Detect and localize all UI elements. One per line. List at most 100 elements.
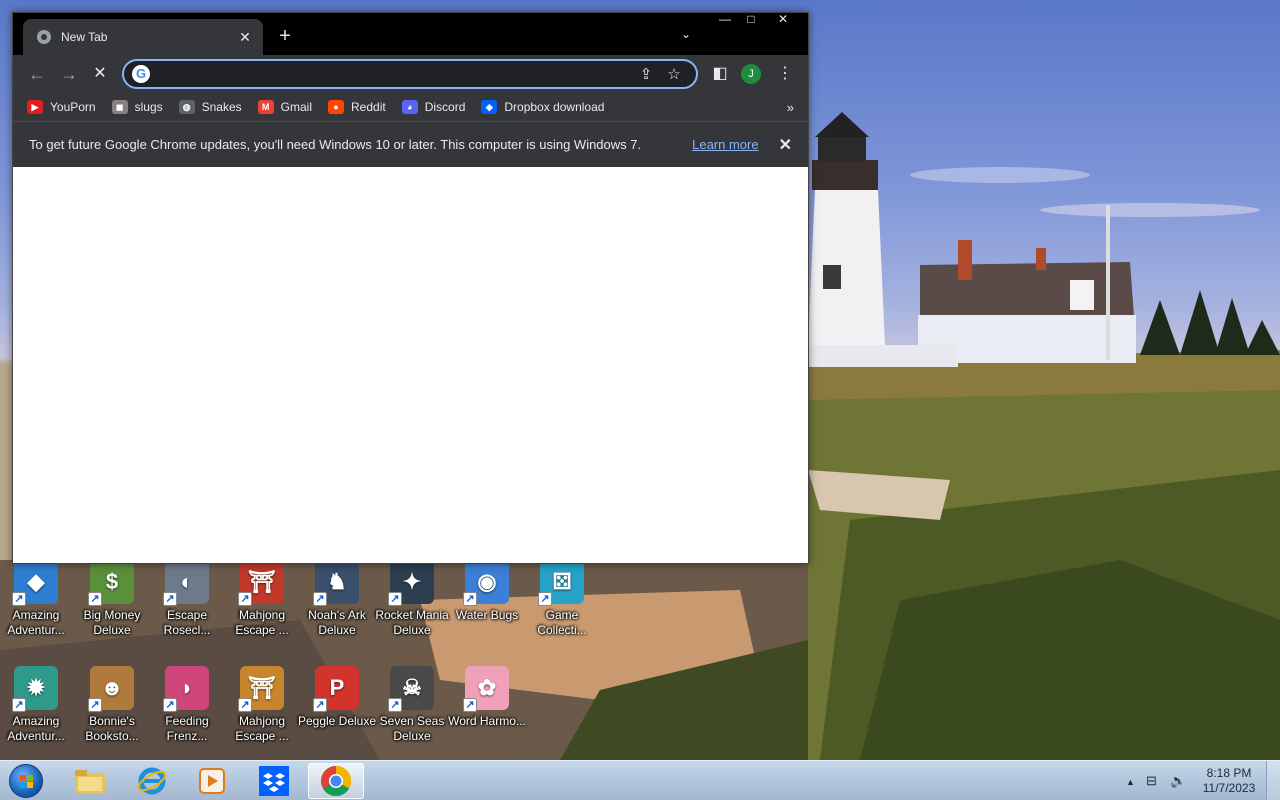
tab-close-icon[interactable]: ✕ xyxy=(237,29,253,46)
bookmark-item[interactable]: M Gmail xyxy=(257,100,312,114)
bookmark-item[interactable]: ▶ YouPorn xyxy=(27,100,96,114)
bookmark-item[interactable]: ◕ Discord xyxy=(401,100,466,114)
side-panel-icon[interactable]: ◧ xyxy=(708,63,732,85)
shortcut-arrow-icon: ↗ xyxy=(12,592,26,606)
taskbar-internet-explorer[interactable] xyxy=(124,763,180,799)
windows-logo-icon xyxy=(9,764,43,798)
volume-icon[interactable]: 🔈 xyxy=(1170,773,1186,789)
bookmark-item[interactable]: ● Reddit xyxy=(328,100,386,114)
desktop-icon-label: Big Money Deluxe xyxy=(83,608,141,637)
address-bar[interactable]: G ⇪ ☆ xyxy=(122,59,698,89)
shortcut-arrow-icon: ↗ xyxy=(163,698,177,712)
tab-favicon-icon xyxy=(37,30,51,44)
game-icon: ⚄ ↗ xyxy=(538,560,584,606)
game-icon: ◗ ↗ xyxy=(163,666,209,712)
infobar-close-icon[interactable]: ✕ xyxy=(779,135,792,155)
menu-icon[interactable]: ⋮ xyxy=(773,63,797,85)
desktop-icon[interactable]: ◆ ↗ Amazing Adventur... xyxy=(0,560,74,648)
tab-search-chevron-icon[interactable]: ⌄ xyxy=(681,27,691,41)
bookmark-label: slugs xyxy=(134,100,163,114)
game-icon: ⛩ ↗ xyxy=(238,666,284,712)
game-icon: ✦ ↗ xyxy=(388,560,434,606)
desktop-icon[interactable]: ⛩ ↗ Mahjong Escape ... xyxy=(224,666,300,754)
taskbar-chrome[interactable] xyxy=(308,763,364,799)
bookmark-favicon-icon: ◍ xyxy=(178,100,195,114)
bookmark-item[interactable]: ◼ slugs xyxy=(111,100,163,114)
browser-toolbar: ← → ✕ G ⇪ ☆ ◧ J ⋮ xyxy=(13,55,808,93)
taskbar-media-player[interactable] xyxy=(184,763,240,799)
title-bar[interactable]: New Tab ✕ + ⌄ — □ ✕ xyxy=(13,13,808,55)
desktop-icon[interactable]: ☠ ↗ Seven Seas Deluxe xyxy=(374,666,450,754)
desktop-icon[interactable]: ♞ ↗ Noah's Ark Deluxe xyxy=(299,560,375,648)
desktop-icon[interactable]: ◗ ↗ Feeding Frenz... xyxy=(149,666,225,754)
shortcut-arrow-icon: ↗ xyxy=(538,592,552,606)
bookmark-favicon-icon: ● xyxy=(328,100,344,114)
bookmark-item[interactable]: ◍ Snakes xyxy=(178,100,242,114)
desktop-icon-label: Rocket Mania Deluxe xyxy=(375,608,449,637)
infobar-message: To get future Google Chrome updates, you… xyxy=(29,137,642,152)
desktop-icon-label: Mahjong Escape ... xyxy=(235,608,289,637)
desktop-icon-label: Noah's Ark Deluxe xyxy=(308,608,366,637)
google-logo-icon: G xyxy=(132,65,150,83)
start-button[interactable] xyxy=(6,763,46,799)
stop-loading-button[interactable]: ✕ xyxy=(88,63,112,85)
desktop-icon-label: Water Bugs xyxy=(455,608,519,622)
clock[interactable]: 8:18 PM 11/7/2023 xyxy=(1196,766,1262,796)
desktop-icon[interactable]: ☻ ↗ Bonnie's Booksto... xyxy=(74,666,150,754)
desktop-icon[interactable]: ⛩ ↗ Mahjong Escape ... xyxy=(224,560,300,648)
game-icon: ⛩ ↗ xyxy=(238,560,284,606)
desktop-icon-label: Mahjong Escape ... xyxy=(235,714,289,743)
show-desktop-button[interactable] xyxy=(1266,761,1280,800)
desktop-icon[interactable]: ✿ ↗ Word Harmo... xyxy=(448,666,526,754)
forward-button[interactable]: → xyxy=(57,63,81,85)
folder-icon xyxy=(75,770,105,793)
page-content[interactable] xyxy=(13,167,808,563)
new-tab-button[interactable]: + xyxy=(275,25,295,47)
learn-more-link[interactable]: Learn more xyxy=(692,137,758,152)
shortcut-arrow-icon: ↗ xyxy=(313,592,327,606)
desktop-icon[interactable]: ⚄ ↗ Game Collecti... xyxy=(524,560,600,648)
shortcut-arrow-icon: ↗ xyxy=(88,698,102,712)
desktop-icon[interactable]: $ ↗ Big Money Deluxe xyxy=(74,560,150,648)
shortcut-arrow-icon: ↗ xyxy=(238,592,252,606)
network-icon[interactable]: ⊟ xyxy=(1146,773,1157,789)
clock-date: 11/7/2023 xyxy=(1202,781,1256,795)
game-icon: ♞ ↗ xyxy=(313,560,359,606)
desktop-icon[interactable]: ◐ ↗ Escape Rosecl... xyxy=(149,560,225,648)
internet-explorer-icon xyxy=(137,767,167,795)
taskbar-file-explorer[interactable] xyxy=(62,763,118,799)
bookmark-item[interactable]: ◆ Dropbox download xyxy=(481,100,604,114)
game-icon: ◆ ↗ xyxy=(12,560,58,606)
game-icon: ✿ ↗ xyxy=(463,666,509,712)
bookmark-favicon-icon: ◼ xyxy=(111,100,128,114)
profile-avatar[interactable]: J xyxy=(741,64,761,84)
game-icon: ◉ ↗ xyxy=(463,560,509,606)
tray-overflow-arrow-icon[interactable]: ▲ xyxy=(1126,777,1135,787)
shortcut-arrow-icon: ↗ xyxy=(388,592,402,606)
game-icon: ◐ ↗ xyxy=(163,560,209,606)
bookmark-label: Discord xyxy=(424,100,466,114)
bookmark-star-icon[interactable]: ☆ xyxy=(660,65,688,83)
bookmark-label: YouPorn xyxy=(50,100,96,114)
bookmark-label: Gmail xyxy=(280,100,312,114)
address-input[interactable] xyxy=(158,66,632,82)
share-icon[interactable]: ⇪ xyxy=(632,65,660,83)
desktop-icon[interactable]: ✹ ↗ Amazing Adventur... xyxy=(0,666,74,754)
clock-time: 8:18 PM xyxy=(1206,766,1252,780)
taskbar: ▲ ⊟ 🔈 8:18 PM 11/7/2023 xyxy=(0,760,1280,800)
taskbar-dropbox[interactable] xyxy=(246,763,302,799)
update-infobar: To get future Google Chrome updates, you… xyxy=(13,121,808,167)
minimize-button[interactable]: — xyxy=(711,13,739,27)
desktop-icon[interactable]: ◉ ↗ Water Bugs xyxy=(449,560,525,648)
desktop-icon[interactable]: ✦ ↗ Rocket Mania Deluxe xyxy=(374,560,450,648)
tab-new-tab[interactable]: New Tab ✕ xyxy=(23,19,263,55)
maximize-button[interactable]: □ xyxy=(737,13,765,27)
bookmarks-more-icon[interactable]: » xyxy=(787,100,794,115)
dropbox-icon xyxy=(259,766,289,796)
shortcut-arrow-icon: ↗ xyxy=(388,698,402,712)
desktop-icon[interactable]: P ↗ Peggle Deluxe xyxy=(298,666,376,754)
back-button[interactable]: ← xyxy=(25,63,49,85)
shortcut-arrow-icon: ↗ xyxy=(463,592,477,606)
desktop-icon-label: Bonnie's Booksto... xyxy=(85,714,139,743)
close-window-button[interactable]: ✕ xyxy=(769,13,797,27)
